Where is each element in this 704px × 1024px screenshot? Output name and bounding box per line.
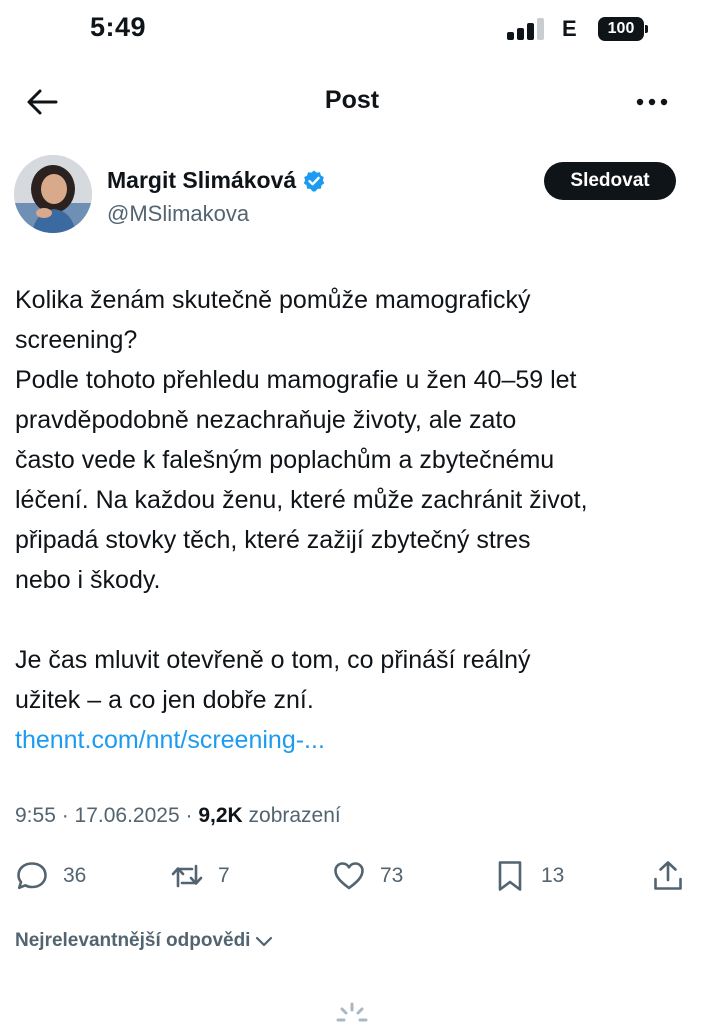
reply-count: 36: [63, 864, 87, 887]
bookmark-button[interactable]: 13: [493, 854, 564, 898]
post-header: Post: [0, 72, 704, 132]
signal-icon: [507, 18, 545, 40]
share-icon: [654, 861, 682, 890]
display-name[interactable]: Margit Slimáková: [107, 167, 296, 194]
replies-sort-dropdown[interactable]: Nejrelevantnější odpovědi: [15, 930, 274, 952]
avatar-image: [14, 155, 92, 233]
like-button[interactable]: 73: [332, 854, 403, 898]
post-meta: 9:55 · 17.06.2025 · 9,2K zobrazení: [15, 804, 341, 827]
chevron-down-icon: [256, 936, 273, 947]
reply-icon: [17, 862, 47, 890]
repost-icon: [171, 864, 203, 888]
more-button[interactable]: [630, 82, 674, 122]
share-button[interactable]: [651, 854, 685, 898]
post-line: připadá stovky těch, které zažijí zbyteč…: [15, 526, 531, 554]
repost-button[interactable]: 7: [170, 854, 230, 898]
post-text: Kolika ženám skutečně pomůže mamografick…: [15, 280, 690, 760]
avatar[interactable]: [14, 155, 92, 233]
post-line: nebo i škody.: [15, 566, 161, 594]
post-line: Je čas mluvit otevřeně o tom, co přináší…: [15, 646, 531, 674]
loading-spinner-icon: [336, 1002, 368, 1022]
like-count: 73: [380, 864, 404, 887]
author-row: Margit Slimáková @MSlimakova Sledovat: [0, 155, 704, 239]
post-line: užitek – a co jen dobře zní.: [15, 686, 314, 714]
status-time: 5:49: [90, 12, 147, 42]
post-line: Kolika ženám skutečně pomůže mamografick…: [15, 286, 531, 314]
more-horizontal-icon: [636, 98, 668, 106]
battery-level: 100: [598, 17, 644, 41]
action-bar: 36 7 73 13: [0, 854, 704, 898]
bookmark-count: 13: [541, 864, 565, 887]
post-line: screening?: [15, 326, 138, 354]
user-handle[interactable]: @MSlimakova: [107, 201, 249, 227]
post-line: často vede k falešným poplachům a zbyteč…: [15, 446, 555, 474]
repost-count: 7: [218, 864, 230, 887]
heart-icon: [334, 862, 364, 890]
reply-button[interactable]: 36: [15, 854, 86, 898]
display-name-row: Margit Slimáková: [107, 167, 326, 194]
post-line: Podle tohoto přehledu mamografie u žen 4…: [15, 366, 577, 394]
network-type: E: [562, 16, 577, 41]
bookmark-icon: [498, 861, 522, 891]
post-line: pravděpodobně nezachraňuje životy, ale z…: [15, 406, 517, 434]
post-line: léčení. Na každou ženu, které může zachr…: [15, 486, 588, 514]
post-link[interactable]: thennt.com/nnt/screening-...: [15, 720, 690, 760]
replies-sort-label: Nejrelevantnější odpovědi: [15, 930, 251, 951]
views-label: zobrazení: [248, 804, 341, 827]
views-count: 9,2K: [198, 804, 243, 827]
battery-icon: 100: [598, 17, 648, 41]
post-time[interactable]: 9:55: [15, 804, 56, 827]
status-bar: 5:49 E 100: [0, 0, 704, 60]
verified-badge-icon: [303, 170, 325, 192]
page-title: Post: [324, 86, 380, 114]
follow-button[interactable]: Sledovat: [544, 162, 676, 200]
post-date[interactable]: 17.06.2025: [75, 804, 180, 827]
